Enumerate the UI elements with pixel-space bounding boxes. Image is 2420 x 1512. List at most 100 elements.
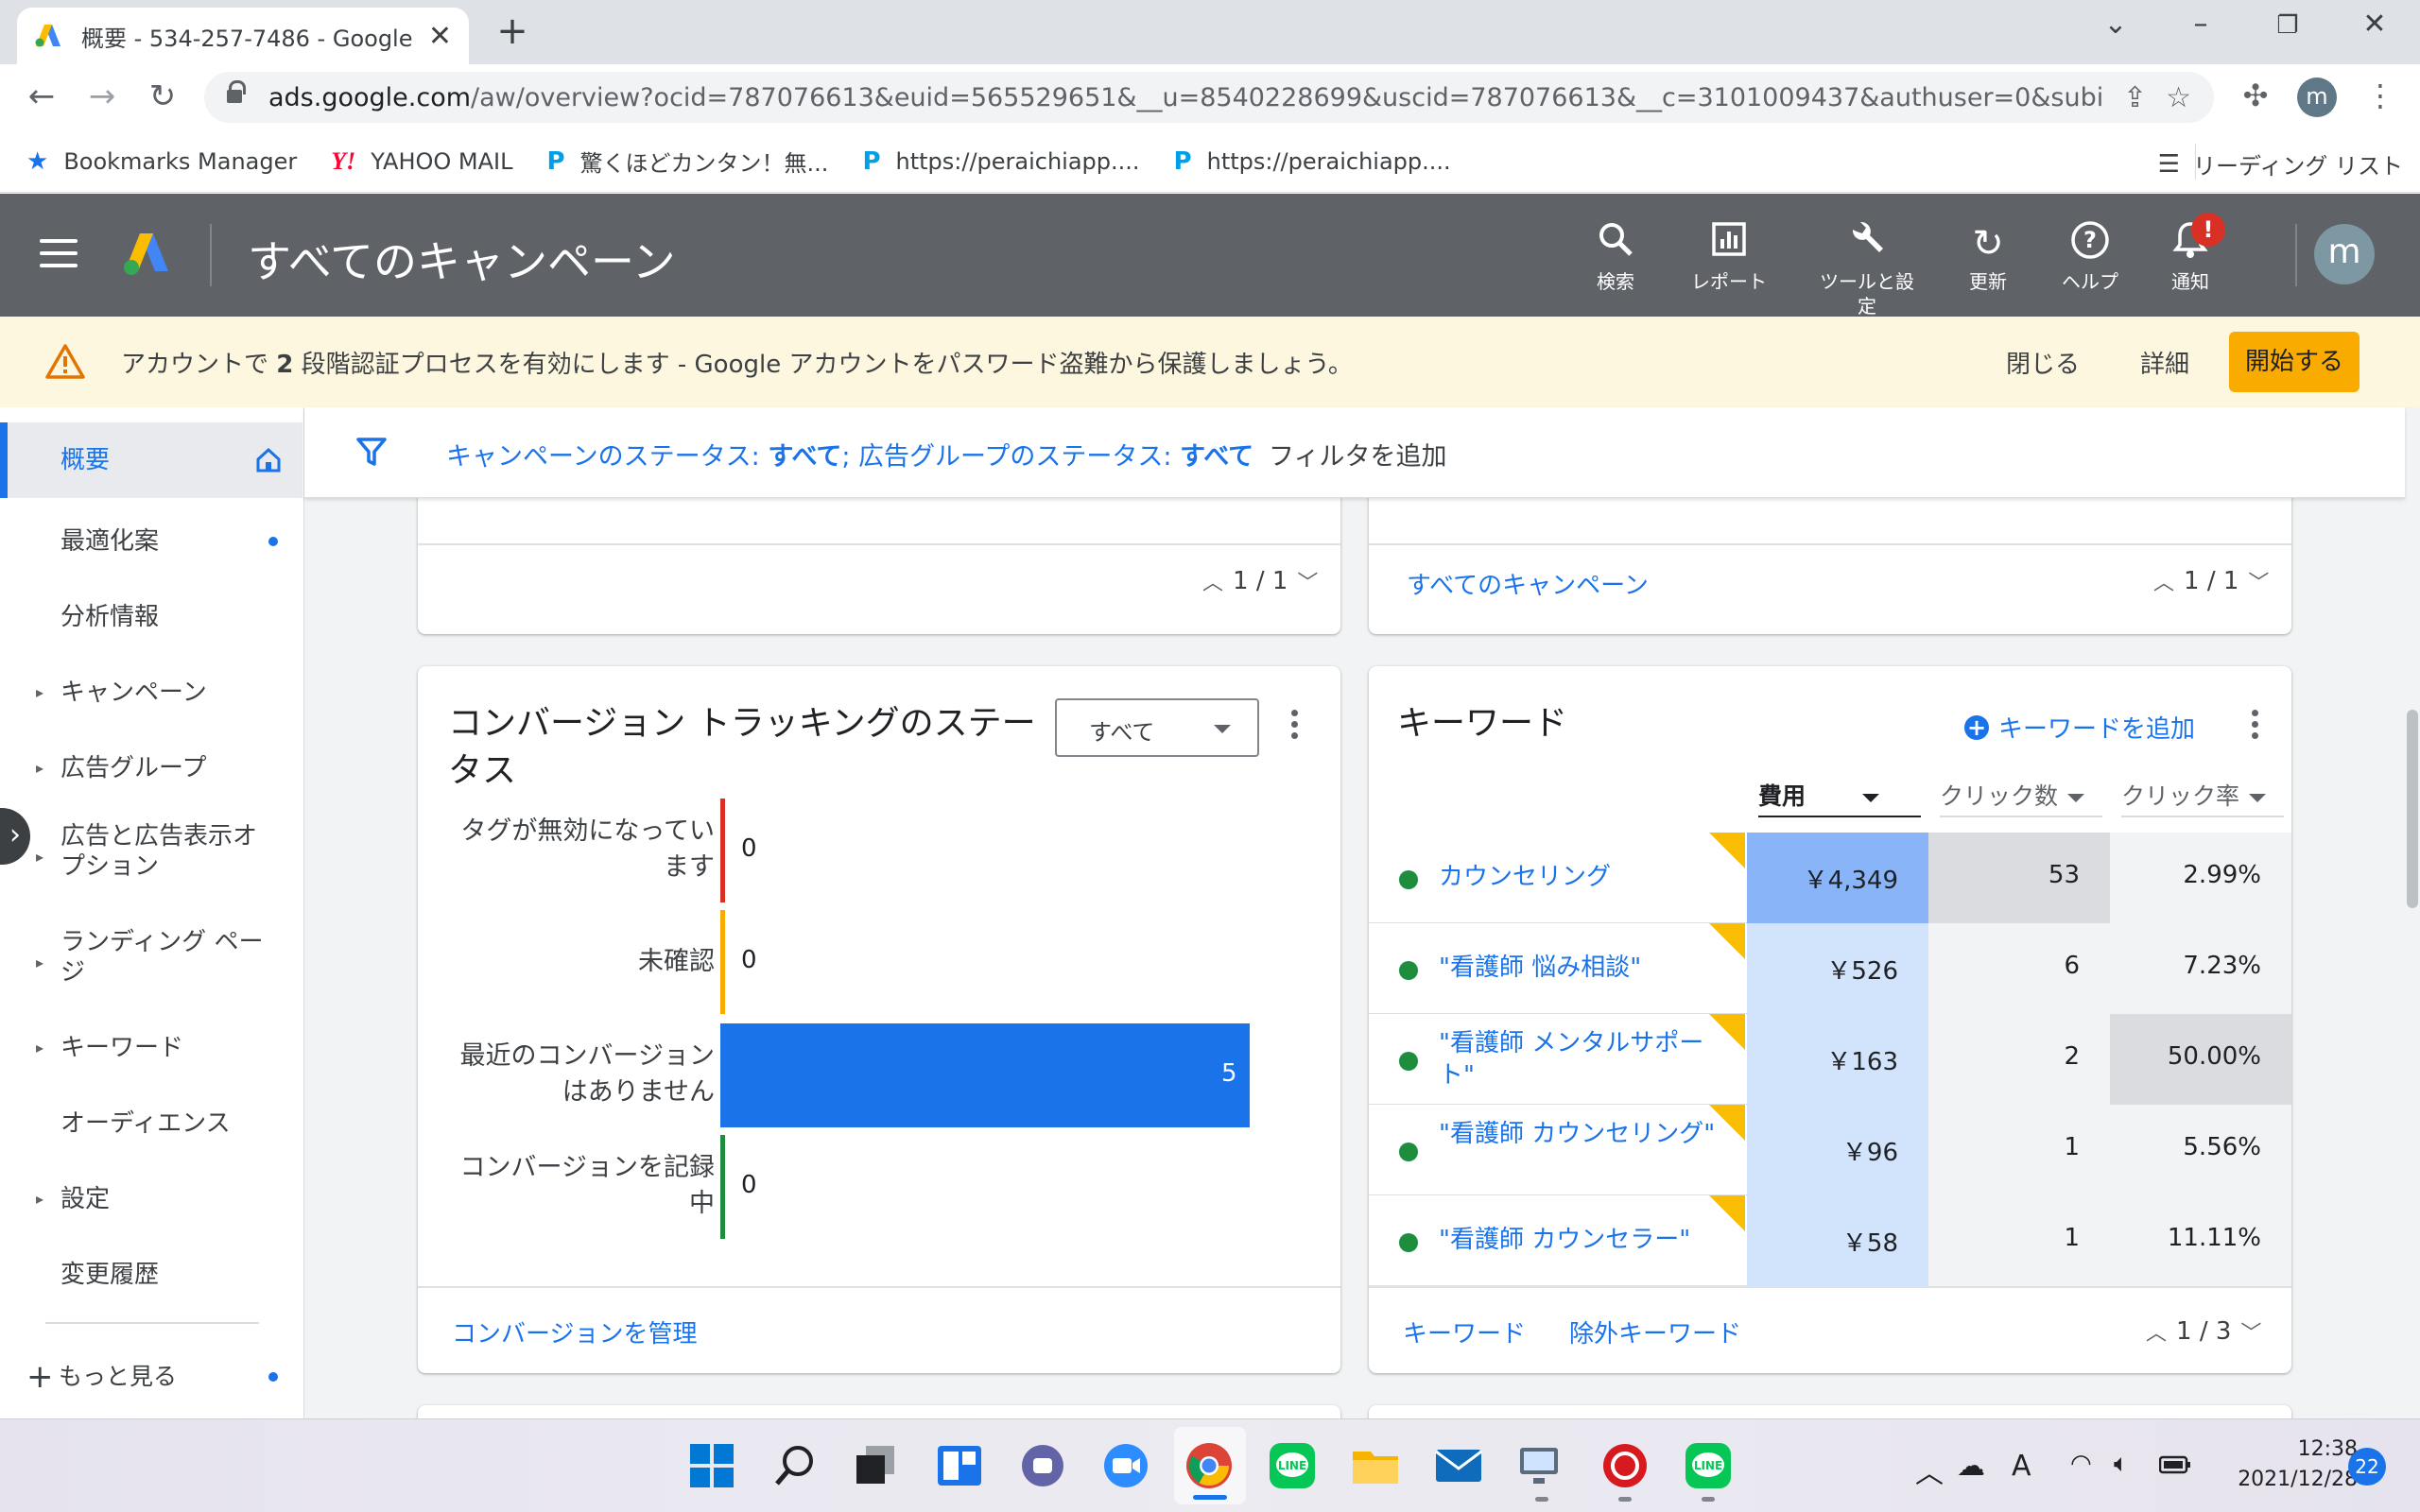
sidebar-item-ad-groups[interactable]: ▸ 広告グループ [0,740,302,797]
profile-avatar[interactable]: m [2297,77,2337,117]
table-row[interactable]: "看護師 悩み相談" ￥526 6 7.23% [1369,923,2291,1014]
line-icon[interactable]: LINE [1267,1440,1318,1491]
browser-menu-icon[interactable]: ⋮ [2360,77,2401,113]
more-options-icon[interactable] [2252,710,2259,744]
show-hidden-icons-chevron-icon[interactable]: ︿ [1915,1450,1944,1491]
header-report-button[interactable]: レポート [1677,220,1781,294]
sidebar-item-settings[interactable]: ▸ 設定 [0,1171,302,1228]
sidebar-item-insights[interactable]: 分析情報 [0,589,302,645]
notice-start-button[interactable]: 開始する [2229,332,2360,392]
table-row[interactable]: カウンセリング ￥4,349 53 2.99% [1369,833,2291,923]
header-search-button[interactable]: 検索 [1564,220,1668,294]
chart-bar[interactable] [720,1135,725,1239]
manage-conversions-link[interactable]: コンバージョンを管理 [452,1314,697,1349]
bookmark-item[interactable]: P https://peraichiapp.... [1174,147,1451,176]
sidebar-item-keywords[interactable]: ▸ キーワード [0,1020,302,1076]
address-bar[interactable]: ads.google.com /aw/overview?ocid=7870766… [204,72,2214,123]
chart-bar[interactable] [720,1023,1250,1127]
google-ads-logo-icon[interactable] [121,232,172,277]
window-close-icon[interactable]: ✕ [2354,8,2395,41]
new-tab-icon[interactable]: + [492,9,533,53]
table-row[interactable]: "看護師 カウンセラー" ￥58 1 11.11% [1369,1195,2291,1286]
forward-arrow-icon[interactable]: → [81,77,123,115]
extensions-puzzle-icon[interactable]: ✣ [2235,77,2276,113]
chevron-up-icon[interactable]: ︿ [2153,566,2174,596]
add-filter-button[interactable]: フィルタを追加 [1269,436,1446,472]
onedrive-cloud-icon[interactable]: ☁ [1957,1450,1985,1483]
chevron-down-icon[interactable]: ﹀ [2248,566,2269,596]
add-keyword-button[interactable]: + キーワードを追加 [1964,710,2195,745]
volume-icon[interactable]: 🔈︎ [2114,1450,2129,1479]
scrollbar-thumb[interactable] [2407,710,2418,908]
ime-indicator[interactable]: A [2012,1450,2031,1483]
keyword-link[interactable]: "看護師 メンタルサポート" [1439,1027,1722,1091]
negative-keywords-link[interactable]: 除外キーワード [1569,1314,1741,1349]
account-avatar[interactable]: m [2314,224,2375,284]
remote-desktop-icon[interactable] [1516,1440,1567,1491]
reload-icon[interactable]: ↻ [142,77,183,115]
tab-close-icon[interactable]: ✕ [428,20,452,53]
keyword-link[interactable]: "看護師 カウンセリング" [1439,1118,1722,1150]
line-icon[interactable]: LINE [1683,1440,1734,1491]
windows-start-icon[interactable] [686,1440,737,1491]
hamburger-menu-icon[interactable] [40,239,78,267]
sidebar-item-audiences[interactable]: オーディエンス [0,1095,302,1152]
browser-tab[interactable]: 概要 - 534-257-7486 - Google 広 ✕ [17,8,469,64]
header-help-button[interactable]: ? ヘルプ [2038,220,2142,294]
sidebar-item-ads-extensions[interactable]: ▸ 広告と広告表示オプション [0,821,302,889]
keyword-link[interactable]: "看護師 カウンセラー" [1439,1224,1722,1256]
keyword-link[interactable]: "看護師 悩み相談" [1439,952,1722,984]
minimize-icon[interactable]: – [2180,8,2221,41]
notice-close-button[interactable]: 閉じる [2006,345,2080,380]
table-row[interactable]: "看護師 カウンセリング" ￥96 1 5.56% [1369,1105,2291,1195]
share-icon[interactable]: ⇪ [2123,81,2147,114]
header-refresh-button[interactable]: ↻ 更新 [1936,220,2040,294]
sidebar-item-overview[interactable]: 概要 [0,422,302,498]
chevron-up-icon[interactable]: ︿ [2146,1316,2167,1347]
bookmark-star-icon[interactable]: ☆ [2166,81,2191,114]
chrome-icon[interactable] [1184,1440,1235,1491]
battery-icon[interactable] [2158,1450,2191,1483]
chevron-up-icon[interactable]: ︿ [1202,566,1223,596]
bookmark-item[interactable]: P 驚くほどカンタン！無... [546,145,828,178]
column-header-clicks[interactable]: クリック数 [1940,778,2102,812]
keywords-link[interactable]: キーワード [1403,1314,1526,1349]
conversion-filter-select[interactable]: すべて [1055,698,1259,757]
header-tools-button[interactable]: ツールと設定 [1815,220,1919,318]
wifi-icon[interactable]: ◠ [2070,1450,2092,1478]
header-notifications-button[interactable]: 通知 [2138,220,2242,294]
teams-chat-icon[interactable] [1017,1440,1068,1491]
trend-micro-icon[interactable] [1599,1440,1651,1491]
search-icon[interactable] [769,1440,821,1491]
tab-search-chevron-icon[interactable]: ⌄ [2095,8,2136,41]
system-clock[interactable]: 12:38 2021/12/28 [2216,1435,2358,1495]
table-row[interactable]: "看護師 メンタルサポート" ￥163 2 50.00% [1369,1014,2291,1105]
keyword-link[interactable]: カウンセリング [1439,861,1722,893]
all-campaigns-link[interactable]: すべてのキャンペーン [1407,566,1649,601]
bookmark-item[interactable]: Y! YAHOO MAIL [331,147,512,176]
active-filter-chip[interactable]: キャンペーンのステータス: すべて; 広告グループのステータス: すべて [446,436,1253,472]
mail-icon[interactable] [1433,1440,1484,1491]
more-options-icon[interactable] [1291,710,1299,744]
notification-count-badge[interactable]: 22 [2348,1448,2386,1486]
restore-icon[interactable]: ❐ [2267,11,2308,40]
zoom-icon[interactable] [1100,1440,1151,1491]
page-scrollbar[interactable] [2405,407,2420,1418]
chevron-down-icon[interactable]: ﹀ [1297,566,1318,596]
back-arrow-icon[interactable]: ← [21,77,62,115]
widgets-icon[interactable] [934,1440,985,1491]
notice-details-button[interactable]: 詳細 [2140,345,2189,380]
page-title[interactable]: すべてのキャンペーン [248,228,676,290]
reading-list-button[interactable]: ☰ リーディング リスト [2158,147,2403,180]
lock-icon[interactable] [227,80,246,107]
sidebar-item-campaigns[interactable]: ▸ キャンペーン [0,664,302,721]
sidebar-item-recommendations[interactable]: 最適化案 [0,513,302,570]
chart-bar[interactable] [720,910,725,1014]
column-header-cost[interactable]: 費用 [1758,778,1921,812]
filter-icon[interactable] [355,436,388,468]
sidebar-more-button[interactable]: + もっと見る [0,1349,302,1405]
file-explorer-icon[interactable] [1350,1440,1401,1491]
bookmark-item[interactable]: ★ Bookmarks Manager [26,147,297,176]
column-header-ctr[interactable]: クリック率 [2121,778,2284,812]
bookmark-item[interactable]: P https://peraichiapp.... [862,147,1139,176]
